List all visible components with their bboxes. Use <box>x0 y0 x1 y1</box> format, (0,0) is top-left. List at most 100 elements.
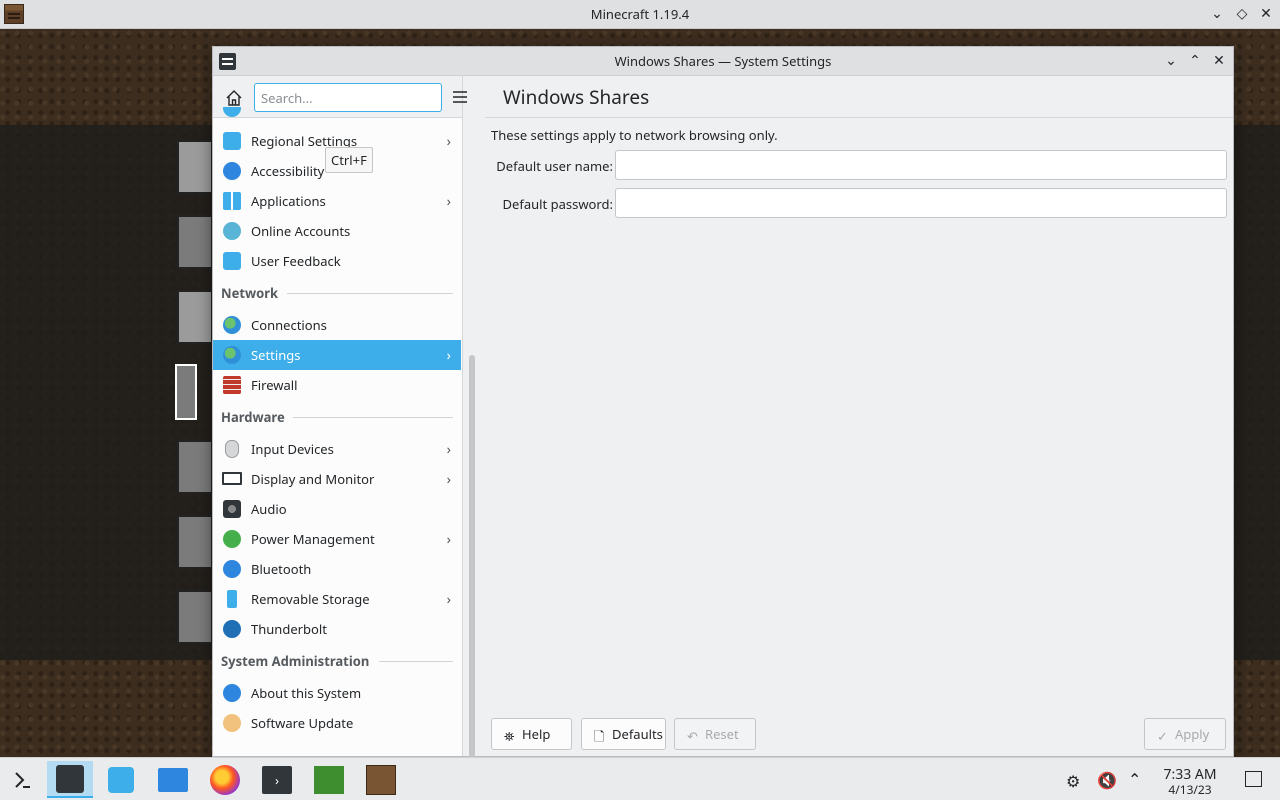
taskbar-game-launcher[interactable] <box>306 761 352 798</box>
help-button[interactable]: ⛯ Help <box>491 718 572 750</box>
sidebar-item-label: Settings <box>251 346 301 364</box>
minecraft-titlebar[interactable]: Minecraft 1.19.4 ⌄ ◇ ✕ <box>0 0 1280 29</box>
taskbar-system-settings[interactable] <box>47 761 93 798</box>
hamburger-menu-icon[interactable] <box>451 88 469 106</box>
section-label: System Administration <box>221 652 370 670</box>
section-header-system-administration: System Administration <box>221 652 453 670</box>
chevron-right-icon: › <box>446 192 451 211</box>
sidebar-item-firewall[interactable]: Firewall <box>213 370 461 400</box>
main-content: Windows Shares These settings apply to n… <box>485 76 1233 756</box>
network-icon[interactable]: ⚙ <box>1066 770 1080 792</box>
maximize-icon[interactable]: ◇ <box>1234 6 1250 22</box>
taskbar-minecraft[interactable] <box>358 761 404 798</box>
home-icon[interactable] <box>223 87 245 109</box>
checkmark-icon: ✓ <box>1157 727 1168 745</box>
minimize-icon[interactable]: ⌄ <box>1162 52 1180 70</box>
sidebar-item-power-management[interactable]: Power Management › <box>213 524 461 554</box>
minecraft-button-selected[interactable] <box>175 364 197 420</box>
list-item[interactable] <box>213 107 461 121</box>
reset-button[interactable]: ↶ Reset <box>674 718 756 750</box>
chevron-right-icon: › <box>446 590 451 609</box>
accessibility-icon <box>223 162 241 180</box>
taskbar-terminal[interactable]: › <box>254 761 300 798</box>
defaults-button[interactable]: 🗋 Defaults <box>581 718 666 750</box>
sidebar-item-bluetooth[interactable]: Bluetooth <box>213 554 461 584</box>
sidebar-item-connections[interactable]: Connections <box>213 310 461 340</box>
search-shortcut-tooltip: Ctrl+F <box>325 147 373 173</box>
discover-icon <box>108 766 134 793</box>
reset-label: Reset <box>705 725 739 743</box>
minimize-icon[interactable]: ⌄ <box>1209 6 1225 22</box>
globe-icon <box>223 316 241 334</box>
minecraft-app-icon <box>4 4 24 24</box>
minecraft-button[interactable] <box>177 140 213 194</box>
sidebar-item-user-feedback[interactable]: User Feedback <box>213 246 461 276</box>
info-text: These settings apply to network browsing… <box>491 126 778 144</box>
power-icon <box>223 530 241 548</box>
maximize-icon[interactable]: ⌃ <box>1186 52 1204 70</box>
section-label: Network <box>221 284 279 302</box>
page-title: Windows Shares <box>485 76 1233 118</box>
mouse-icon <box>225 440 239 458</box>
sidebar-item-label: Online Accounts <box>251 222 351 240</box>
sidebar-item-removable-storage[interactable]: Removable Storage › <box>213 584 461 614</box>
apply-label: Apply <box>1175 725 1210 743</box>
monitor-icon <box>222 472 242 485</box>
settings-app-icon[interactable] <box>219 53 236 70</box>
sidebar-item-about-system[interactable]: About this System <box>213 678 461 708</box>
default-password-input[interactable] <box>615 188 1227 218</box>
apply-button[interactable]: ✓ Apply <box>1144 718 1226 750</box>
sidebar-scrollbar[interactable] <box>469 355 475 780</box>
regional-icon <box>223 132 241 150</box>
sidebar-item-applications[interactable]: Applications › <box>213 186 461 216</box>
applications-icon <box>223 192 241 210</box>
terminal-icon: › <box>262 765 292 794</box>
sidebar-item-label: Accessibility <box>251 162 325 180</box>
sidebar-item-display-monitor[interactable]: Display and Monitor › <box>213 464 461 494</box>
show-desktop-icon[interactable] <box>1245 771 1262 787</box>
taskbar-firefox[interactable] <box>202 761 248 798</box>
sidebar-item-network-settings[interactable]: Settings › <box>213 340 461 370</box>
close-icon[interactable]: ✕ <box>1258 6 1274 22</box>
help-label: Help <box>522 725 551 743</box>
sidebar-item-label: Power Management <box>251 530 375 548</box>
default-password-row: Default password: <box>485 188 1233 218</box>
minecraft-button[interactable] <box>177 290 213 344</box>
system-settings-window: Windows Shares — System Settings ⌄ ⌃ ✕ C… <box>212 46 1234 780</box>
taskbar-file-manager[interactable] <box>150 761 196 798</box>
sidebar-item-software-update[interactable]: Software Update <box>213 708 461 738</box>
volume-muted-icon[interactable]: 🔇 <box>1097 769 1117 791</box>
chevron-right-icon: › <box>446 440 451 459</box>
firefox-icon <box>210 764 240 795</box>
sidebar-item-label: Software Update <box>251 714 354 732</box>
sidebar-item-label: Audio <box>251 500 287 518</box>
settings-titlebar[interactable]: Windows Shares — System Settings ⌄ ⌃ ✕ <box>213 47 1233 76</box>
sidebar-item-audio[interactable]: Audio <box>213 494 461 524</box>
close-icon[interactable]: ✕ <box>1210 52 1228 70</box>
sidebar-item-label: Applications <box>251 192 326 210</box>
sidebar-item-online-accounts[interactable]: Online Accounts <box>213 216 461 246</box>
clock-date[interactable]: 4/13/23 <box>1150 781 1230 798</box>
sidebar-item-label: Bluetooth <box>251 560 312 578</box>
section-divider <box>287 293 453 294</box>
minecraft-button[interactable] <box>177 440 213 494</box>
minecraft-button[interactable] <box>177 590 213 644</box>
sidebar-item-thunderbolt[interactable]: Thunderbolt <box>213 614 461 644</box>
folder-icon <box>158 767 188 792</box>
default-username-label: Default user name: <box>496 157 613 175</box>
app-launcher-button[interactable] <box>0 761 46 798</box>
system-settings-icon <box>56 764 84 793</box>
defaults-label: Defaults <box>612 725 663 743</box>
minecraft-button[interactable] <box>177 215 213 269</box>
globe-settings-icon <box>223 346 241 364</box>
taskbar-discover[interactable] <box>98 761 144 798</box>
sidebar-item-label: About this System <box>251 684 362 702</box>
default-username-input[interactable] <box>615 150 1227 180</box>
info-icon <box>223 684 241 702</box>
feedback-icon <box>223 252 241 270</box>
chevron-up-icon[interactable]: ⌃ <box>1128 768 1141 790</box>
launcher-icon <box>15 771 30 788</box>
default-password-label: Default password: <box>502 195 613 213</box>
sidebar-item-input-devices[interactable]: Input Devices › <box>213 434 461 464</box>
minecraft-button[interactable] <box>177 515 213 569</box>
